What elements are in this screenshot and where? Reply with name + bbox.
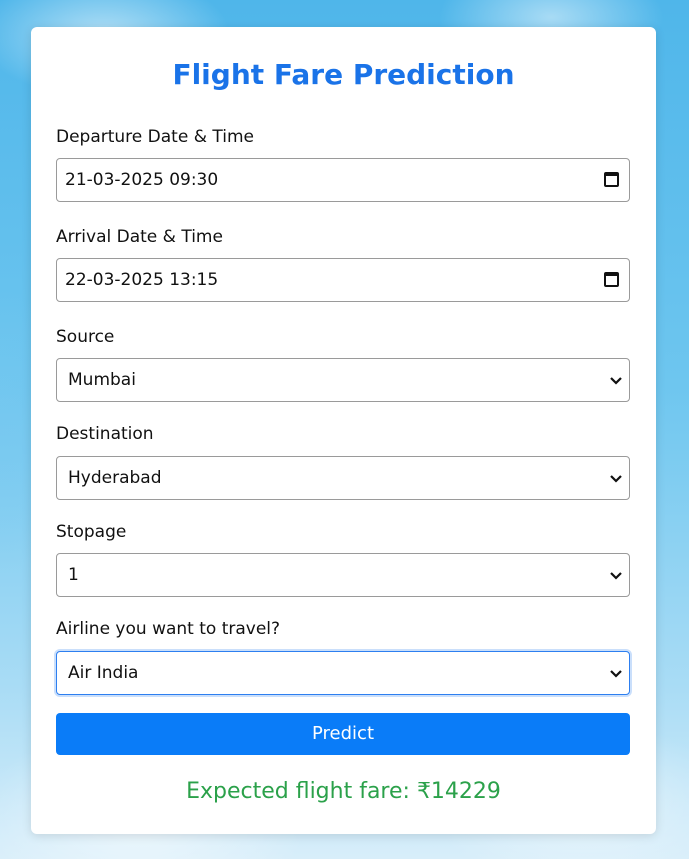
arrival-datetime-input[interactable]: 22-03-2025 13:15 — [56, 258, 630, 302]
chevron-down-icon — [610, 670, 622, 678]
source-select[interactable]: Mumbai — [56, 358, 630, 402]
source-value: Mumbai — [68, 370, 136, 390]
chevron-down-icon — [610, 377, 622, 385]
departure-value: 21-03-2025 09:30 — [65, 170, 219, 190]
expected-fare-result: Expected flight fare: ₹14229 — [186, 779, 501, 804]
stopage-select[interactable]: 1 — [56, 553, 630, 597]
page-title: Flight Fare Prediction — [172, 58, 515, 91]
chevron-down-icon — [610, 572, 622, 580]
departure-datetime-input[interactable]: 21-03-2025 09:30 — [56, 158, 630, 202]
stopage-value: 1 — [68, 565, 79, 585]
departure-label: Departure Date & Time — [56, 127, 254, 147]
source-label: Source — [56, 327, 115, 347]
arrival-label: Arrival Date & Time — [56, 227, 223, 247]
destination-label: Destination — [56, 424, 154, 444]
predict-button[interactable]: Predict — [56, 713, 630, 755]
calendar-icon[interactable] — [604, 272, 619, 287]
destination-value: Hyderabad — [68, 468, 162, 488]
destination-select[interactable]: Hyderabad — [56, 456, 630, 500]
stopage-label: Stopage — [56, 522, 127, 542]
prediction-card: Flight Fare Prediction Departure Date & … — [31, 27, 656, 834]
airline-select[interactable]: Air India — [56, 651, 630, 695]
arrival-value: 22-03-2025 13:15 — [65, 270, 219, 290]
chevron-down-icon — [610, 475, 622, 483]
airline-label: Airline you want to travel? — [56, 619, 281, 639]
calendar-icon[interactable] — [604, 172, 619, 187]
airline-value: Air India — [68, 663, 139, 683]
